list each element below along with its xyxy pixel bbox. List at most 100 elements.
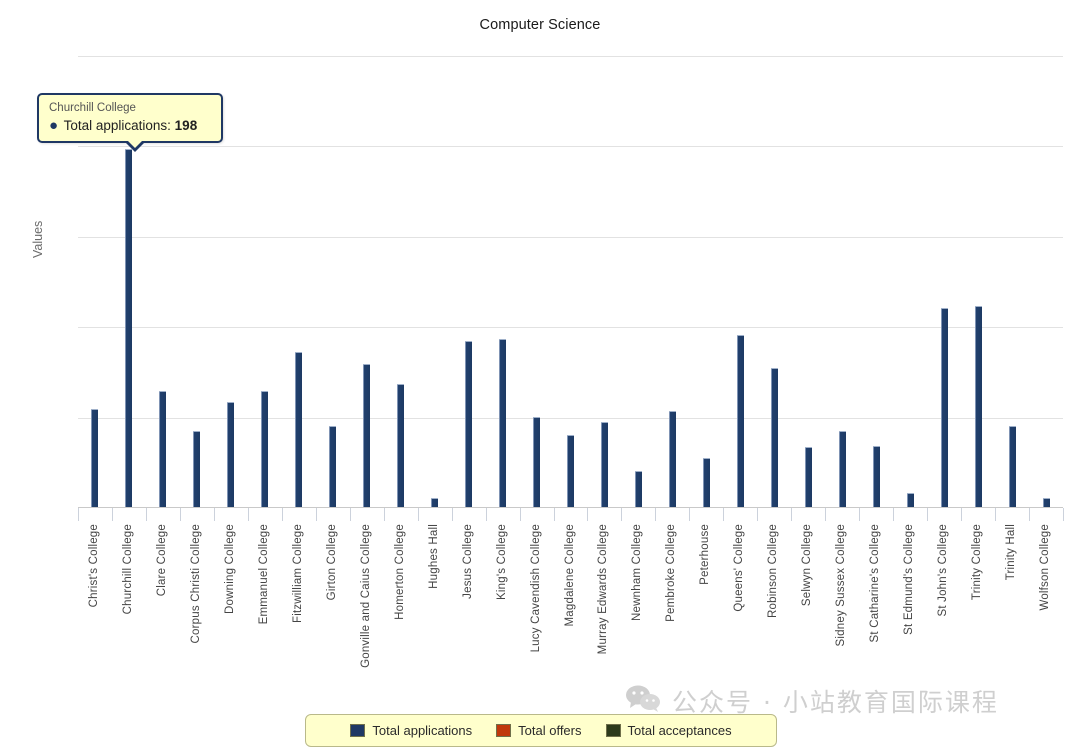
x-axis-label: Trinity College xyxy=(971,524,984,601)
x-axis-tick xyxy=(486,508,487,521)
x-axis-tick xyxy=(180,508,181,521)
gridline xyxy=(78,417,1063,419)
x-axis-tick xyxy=(146,508,147,521)
bar[interactable] xyxy=(702,458,710,507)
chart-title: Computer Science xyxy=(479,17,601,33)
x-axis-tick xyxy=(587,508,588,521)
x-axis-tick xyxy=(248,508,249,521)
bar[interactable] xyxy=(1008,425,1016,507)
x-axis-ticks xyxy=(78,508,1064,521)
legend-item[interactable]: Total acceptances xyxy=(605,723,732,738)
x-axis-label: Newnham College xyxy=(631,524,644,621)
bar[interactable] xyxy=(363,364,371,507)
bar[interactable] xyxy=(397,384,405,507)
gridline xyxy=(78,56,1063,57)
bar[interactable] xyxy=(125,149,133,507)
legend-swatch xyxy=(350,724,366,737)
legend-item[interactable]: Total offers xyxy=(496,723,582,738)
x-axis-tick xyxy=(757,508,758,521)
bar[interactable] xyxy=(567,434,574,507)
x-axis-label: Jesus College xyxy=(461,524,474,599)
bar[interactable] xyxy=(668,411,676,507)
gridline xyxy=(78,146,1063,148)
x-axis-label: Peterhouse xyxy=(699,524,712,585)
bar[interactable] xyxy=(838,431,846,507)
bar[interactable] xyxy=(872,445,880,507)
x-axis-label: Wolfson College xyxy=(1039,524,1052,611)
x-axis-tick xyxy=(350,508,351,521)
bar[interactable] xyxy=(159,391,167,507)
x-axis-tick xyxy=(927,508,928,521)
bar[interactable] xyxy=(295,351,303,507)
x-axis-label: Murray Edwards College xyxy=(597,524,610,655)
x-axis-tick xyxy=(1029,508,1030,521)
legend-label: Total offers xyxy=(518,723,582,738)
x-axis-tick xyxy=(384,508,385,521)
gridline xyxy=(78,236,1063,238)
legend-swatch xyxy=(605,724,621,737)
legend-label: Total applications xyxy=(372,723,473,738)
tooltip-row: ● Total applications: 198 xyxy=(49,118,211,133)
x-axis-label: Queens' College xyxy=(733,524,746,612)
bar[interactable] xyxy=(770,367,778,507)
x-axis-label: Girton College xyxy=(325,524,338,601)
x-axis-tick xyxy=(418,508,419,521)
bar[interactable] xyxy=(533,416,541,507)
x-axis-label: Robinson College xyxy=(767,524,780,618)
x-axis-label: Hughes Hall xyxy=(427,524,440,589)
bar[interactable] xyxy=(227,402,235,507)
x-axis-tick xyxy=(78,508,79,521)
x-axis-label: Trinity Hall xyxy=(1005,524,1018,581)
chart-tooltip: Churchill College ● Total applications: … xyxy=(37,93,223,152)
legend-item[interactable]: Total applications xyxy=(350,723,472,738)
x-axis-label: Fitzwilliam College xyxy=(291,524,304,624)
x-axis-label: King's College xyxy=(495,524,508,600)
chart-legend[interactable]: Total applications Total offers Total acce… xyxy=(305,714,777,747)
x-axis-label: St John's College xyxy=(937,524,950,617)
x-axis-tick xyxy=(961,508,962,521)
x-axis-tick xyxy=(282,508,283,521)
bar[interactable] xyxy=(906,492,914,507)
bar[interactable] xyxy=(193,431,201,507)
x-axis-tick xyxy=(859,508,860,521)
x-axis-label: Magdalene College xyxy=(563,524,576,627)
x-axis-labels: Christ's College Churchill College Clare C… xyxy=(78,524,1063,684)
x-axis-tick xyxy=(621,508,622,521)
x-axis-tick xyxy=(452,508,453,521)
x-axis-label: Downing College xyxy=(223,524,236,614)
bar[interactable] xyxy=(431,497,439,507)
x-axis-label: Homerton College xyxy=(393,524,406,620)
x-axis-label: Clare College xyxy=(155,524,168,597)
x-axis-label: St Catharine's College xyxy=(869,524,882,643)
x-axis-label: Gonville and Caius College xyxy=(359,524,372,668)
bar[interactable] xyxy=(499,338,507,507)
bar[interactable] xyxy=(940,308,948,507)
x-axis-tick xyxy=(723,508,724,521)
bar[interactable] xyxy=(465,340,473,507)
x-axis-tick xyxy=(520,508,521,521)
tooltip-value: 198 xyxy=(174,118,198,133)
bar[interactable] xyxy=(261,391,269,507)
legend-label: Total acceptances xyxy=(627,723,732,738)
x-axis-label: St Edmund's College xyxy=(903,524,916,635)
tooltip-bullet-icon: ● xyxy=(49,117,59,134)
x-axis-tick xyxy=(791,508,792,521)
tooltip-category: Churchill College xyxy=(49,102,136,114)
x-axis-tick xyxy=(995,508,996,521)
bar[interactable] xyxy=(974,306,982,507)
bar[interactable] xyxy=(329,425,337,507)
tooltip-series-label: Total applications: xyxy=(63,118,171,133)
x-axis-tick xyxy=(1063,508,1064,521)
bar[interactable] xyxy=(736,335,744,507)
bar[interactable] xyxy=(1042,497,1050,507)
x-axis-label: Lucy Cavendish College xyxy=(529,524,542,653)
bar[interactable] xyxy=(600,422,608,507)
tooltip-pointer-inner xyxy=(127,140,143,148)
x-axis-label: Sidney Sussex College xyxy=(835,524,848,647)
x-axis-tick xyxy=(214,508,215,521)
bar[interactable] xyxy=(634,470,642,507)
x-axis-label: Churchill College xyxy=(121,524,134,615)
bar[interactable] xyxy=(804,447,812,507)
bar[interactable] xyxy=(91,409,99,507)
x-axis-tick xyxy=(554,508,555,521)
